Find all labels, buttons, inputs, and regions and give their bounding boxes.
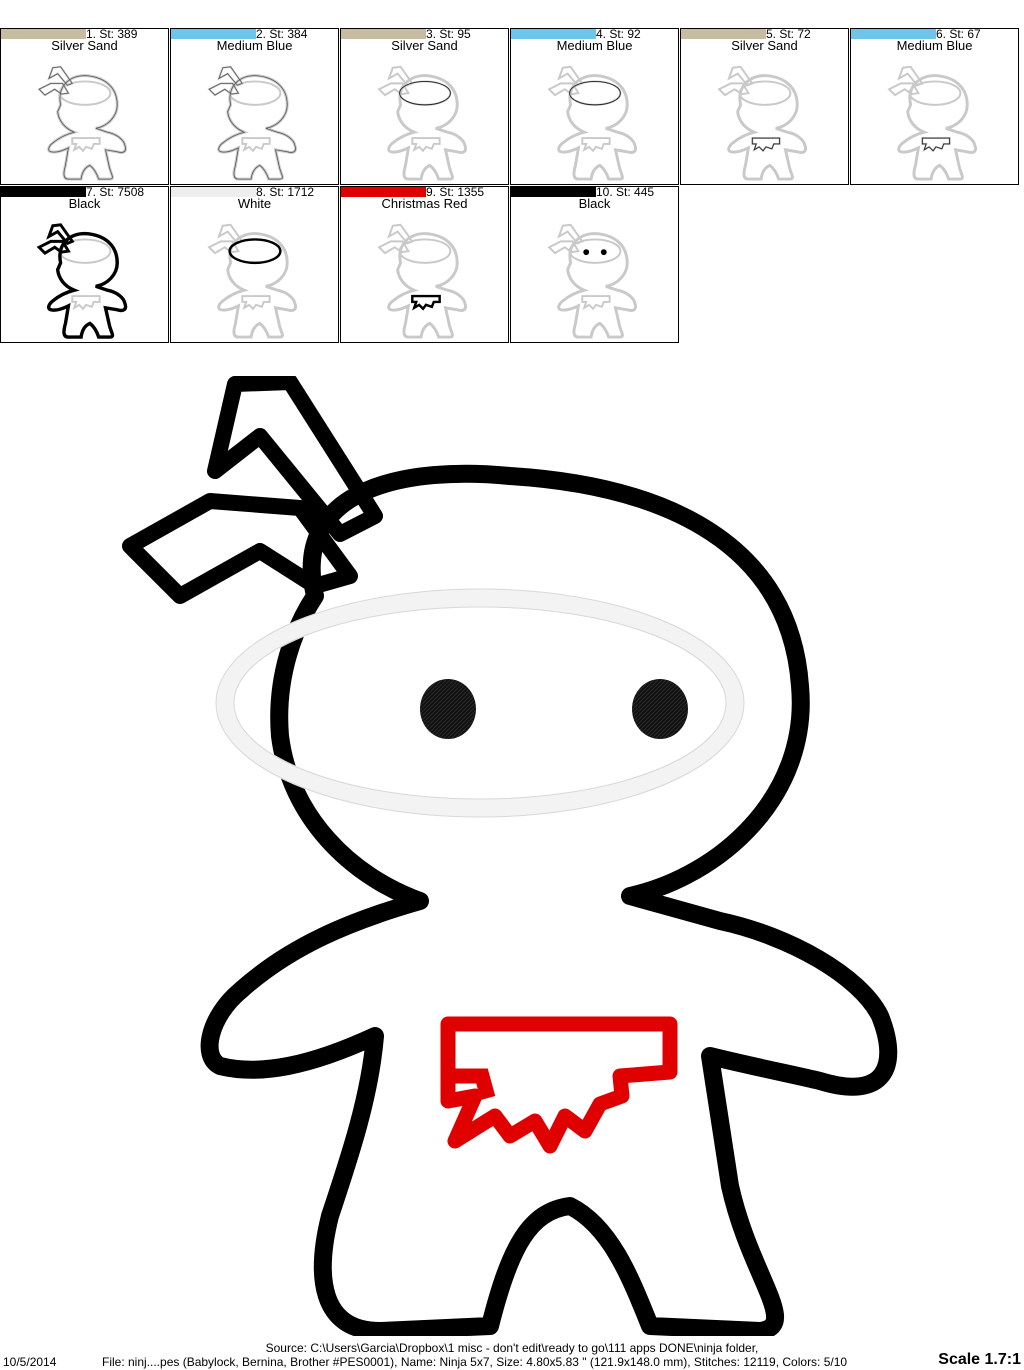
- thread-step-cell: 5. St: 72 Silver Sand: [680, 28, 849, 185]
- source-path: Source: C:\Users\Garcia\Dropbox\1 misc -…: [265, 1341, 759, 1355]
- thread-step-cell: 9. St: 1355 Christmas Red: [340, 186, 509, 343]
- thread-color-name: Medium Blue: [896, 38, 973, 53]
- step-thumbnail-eyes: [547, 223, 637, 339]
- right-eye: [632, 679, 688, 739]
- thread-step-cell: 3. St: 95 Silver Sand: [340, 28, 509, 185]
- thread-step-cell: 2. St: 384 Medium Blue: [170, 28, 339, 185]
- thread-step-cell: 7. St: 7508 Black: [0, 186, 169, 343]
- step-thumbnail-mask: [377, 65, 467, 181]
- step-thumbnail-belt: [717, 65, 807, 181]
- thread-color-name: Medium Blue: [216, 38, 293, 53]
- thread-step-cell: 10. St: 445 Black: [510, 186, 679, 343]
- scale-label: Scale 1.7:1: [938, 1351, 1021, 1368]
- step-thumbnail-outline: [37, 65, 127, 181]
- thread-color-name: White: [237, 196, 272, 211]
- step-thumbnail-outline-bold: [36, 223, 128, 339]
- thread-step-cell: 1. St: 389 Silver Sand: [0, 28, 169, 185]
- thread-color-name: Silver Sand: [731, 38, 798, 53]
- step-thumbnail-outline: [207, 65, 297, 181]
- thread-color-name: Medium Blue: [556, 38, 633, 53]
- thread-color-name: Black: [578, 196, 611, 211]
- step-thumbnail-belt: [887, 65, 977, 181]
- step-thumbnail-mask-bold: [207, 223, 297, 339]
- thread-step-cell: 8. St: 1712 White: [170, 186, 339, 343]
- file-info: File: ninj....pes (Babylock, Bernina, Br…: [102, 1355, 848, 1369]
- thread-color-name: Christmas Red: [381, 196, 468, 211]
- thread-step-cell: 6. St: 67 Medium Blue: [850, 28, 1019, 185]
- left-eye: [420, 679, 476, 739]
- thread-color-name: Silver Sand: [391, 38, 458, 53]
- thread-step-cell: 4. St: 92 Medium Blue: [510, 28, 679, 185]
- thread-color-name: Black: [68, 196, 101, 211]
- design-info-footer: Source: C:\Users\Garcia\Dropbox\1 misc -…: [0, 1340, 1024, 1370]
- step-thumbnail-belt-bold: [377, 223, 467, 339]
- embroidery-preview: [122, 376, 898, 1336]
- thread-color-name: Silver Sand: [51, 38, 118, 53]
- step-thumbnail-mask: [547, 65, 637, 181]
- print-date: 10/5/2014: [3, 1355, 57, 1369]
